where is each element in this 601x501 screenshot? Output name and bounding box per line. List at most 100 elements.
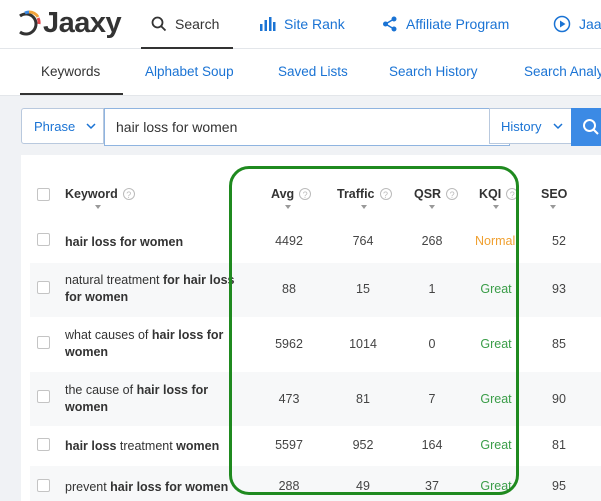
tab-alphabet-soup[interactable]: Alphabet Soup (145, 49, 234, 95)
table-row[interactable]: hair loss treatment women 5597 952 164 G… (30, 426, 601, 466)
search-icon (151, 16, 167, 32)
sort-caret-icon[interactable] (95, 205, 101, 209)
column-kqi[interactable]: KQI ? (479, 187, 519, 201)
seo-cell: 95 (552, 479, 566, 493)
nav-search-label: Search (175, 16, 220, 32)
tab-saved-lists[interactable]: Saved Lists (278, 49, 348, 95)
qsr-cell: 37 (425, 479, 439, 493)
nav-jaaxy-video-label: Jaax (579, 16, 601, 32)
sort-caret-icon[interactable] (493, 205, 499, 209)
avg-cell: 88 (282, 282, 296, 296)
row-checkbox[interactable] (37, 281, 50, 294)
nav-affiliate-program-label: Affiliate Program (406, 16, 510, 32)
column-avg[interactable]: Avg ? (271, 187, 312, 201)
traffic-cell: 81 (356, 392, 370, 406)
qsr-cell: 164 (421, 438, 443, 452)
avg-cell: 4492 (275, 234, 303, 248)
top-bar: Jaaxy Search Site Rank Affiliate Program… (0, 0, 601, 49)
help-icon[interactable]: ? (299, 188, 312, 200)
column-kqi-label: KQI (479, 187, 502, 201)
avg-cell: 288 (278, 479, 300, 493)
play-circle-icon (553, 15, 571, 33)
avg-cell: 5962 (275, 337, 303, 351)
bar-chart-icon (259, 16, 276, 32)
column-keyword[interactable]: Keyword ? (65, 187, 135, 201)
sort-caret-icon[interactable] (285, 205, 291, 209)
keyword-cell[interactable]: prevent hair loss for women (65, 479, 265, 496)
seo-cell: 93 (552, 282, 566, 296)
nav-search[interactable]: Search (140, 0, 234, 49)
keyword-search-input[interactable] (104, 108, 510, 146)
traffic-cell: 764 (352, 234, 374, 248)
select-all-checkbox[interactable] (37, 188, 50, 201)
table-row[interactable]: the cause of hair loss for women 473 81 … (30, 372, 601, 426)
nav-site-rank[interactable]: Site Rank (259, 0, 345, 48)
tab-keywords[interactable]: Keywords (19, 49, 124, 95)
avg-cell: 5597 (275, 438, 303, 452)
history-label: History (501, 118, 542, 134)
kqi-cell: Great (480, 337, 512, 351)
table-row[interactable]: hair loss for women 4492 764 268 Normal … (30, 225, 601, 263)
help-icon[interactable]: ? (122, 188, 135, 200)
qsr-cell: 7 (428, 392, 436, 406)
jaaxy-logo-mark-icon (19, 10, 41, 36)
kqi-cell: Great (480, 479, 512, 493)
qsr-cell: 268 (421, 234, 443, 248)
phrase-mode-label: Phrase (34, 118, 76, 134)
column-keyword-label: Keyword (65, 187, 118, 201)
column-seo-label: SEO (541, 187, 568, 201)
column-seo[interactable]: SEO (541, 187, 567, 201)
results-table: Keyword ? Avg ? Traffic ? QSR ? KQI ? SE… (21, 155, 601, 501)
help-icon[interactable]: ? (446, 188, 459, 200)
kqi-cell: Normal (475, 234, 516, 248)
tab-search-analysis[interactable]: Search Analy (524, 49, 601, 95)
nav-jaaxy-video[interactable]: Jaax (553, 0, 601, 48)
table-row[interactable]: prevent hair loss for women 288 49 37 Gr… (30, 466, 601, 501)
search-icon (583, 119, 599, 135)
history-dropdown[interactable]: History (489, 108, 572, 144)
help-icon[interactable]: ? (379, 188, 392, 200)
row-checkbox[interactable] (37, 336, 50, 349)
column-qsr[interactable]: QSR ? (414, 187, 459, 201)
keyword-cell[interactable]: what causes of hair loss for women (65, 327, 245, 361)
row-checkbox[interactable] (37, 479, 50, 492)
phrase-mode-select[interactable]: Phrase (21, 108, 104, 144)
share-icon (382, 16, 398, 32)
sub-nav: Keywords Alphabet Soup Saved Lists Searc… (0, 49, 601, 96)
column-traffic-label: Traffic (337, 187, 375, 201)
tab-search-history[interactable]: Search History (389, 49, 478, 95)
seo-cell: 52 (552, 234, 566, 248)
keyword-cell[interactable]: hair loss treatment women (65, 438, 265, 455)
help-icon[interactable]: ? (506, 188, 519, 200)
nav-affiliate-program[interactable]: Affiliate Program (382, 0, 509, 48)
column-qsr-label: QSR (414, 187, 442, 201)
search-submit-button[interactable] (571, 108, 601, 146)
sort-caret-icon[interactable] (429, 205, 435, 209)
kqi-cell: Great (480, 282, 512, 296)
keyword-cell[interactable]: natural treatment for hair loss for wome… (65, 272, 245, 306)
sort-caret-icon[interactable] (361, 205, 367, 209)
nav-site-rank-label: Site Rank (284, 16, 345, 32)
traffic-cell: 952 (352, 438, 374, 452)
seo-cell: 90 (552, 392, 566, 406)
table-row[interactable]: what causes of hair loss for women 5962 … (30, 317, 601, 372)
traffic-cell: 49 (356, 479, 370, 493)
seo-cell: 85 (552, 337, 566, 351)
keyword-cell[interactable]: hair loss for women (65, 234, 245, 251)
sort-caret-icon[interactable] (550, 205, 556, 209)
seo-cell: 81 (552, 438, 566, 452)
table-row[interactable]: natural treatment for hair loss for wome… (30, 263, 601, 317)
row-checkbox[interactable] (37, 233, 50, 246)
search-bar: Phrase History (21, 108, 601, 146)
jaaxy-logo[interactable]: Jaaxy (16, 5, 122, 41)
column-traffic[interactable]: Traffic ? (337, 187, 392, 201)
row-checkbox[interactable] (37, 438, 50, 451)
row-checkbox[interactable] (37, 390, 50, 403)
keyword-cell[interactable]: the cause of hair loss for women (65, 382, 245, 416)
kqi-cell: Great (480, 438, 512, 452)
qsr-cell: 1 (428, 282, 436, 296)
chevron-down-icon (86, 122, 96, 129)
logo-text: Jaaxy (43, 6, 122, 39)
qsr-cell: 0 (428, 337, 436, 351)
column-avg-label: Avg (271, 187, 295, 201)
